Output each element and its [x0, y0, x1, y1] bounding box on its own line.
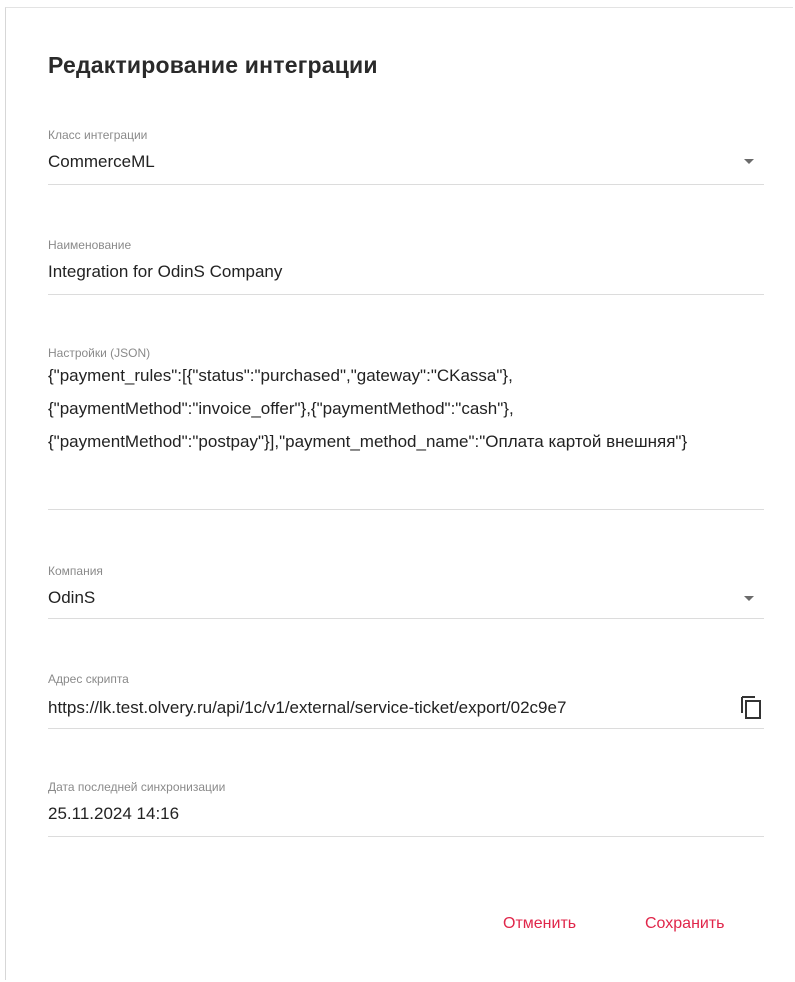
script-url-label: Адрес скрипта	[48, 672, 129, 686]
settings-json-value: {"payment_rules":[{"status":"purchased",…	[48, 366, 688, 451]
company-select[interactable]: Компания OdinS	[48, 562, 764, 619]
dialog-title: Редактирование интеграции	[48, 52, 378, 78]
chevron-down-icon[interactable]	[744, 159, 754, 164]
script-url-field[interactable]: Адрес скрипта https://lk.test.olvery.ru/…	[48, 670, 764, 729]
script-url-value: https://lk.test.olvery.ru/api/1c/v1/exte…	[48, 698, 567, 717]
chevron-down-icon[interactable]	[744, 596, 754, 601]
settings-json-field[interactable]: Настройки (JSON) {"payment_rules":[{"sta…	[48, 344, 764, 510]
company-value: OdinS	[48, 588, 96, 607]
integration-class-select[interactable]: Класс интеграции CommerceML	[48, 126, 764, 185]
company-label: Компания	[48, 564, 103, 578]
copy-icon[interactable]	[738, 694, 764, 720]
last-sync-field: Дата последней синхронизации 25.11.2024 …	[48, 778, 764, 837]
name-value: Integration for OdinS Company	[48, 262, 283, 281]
name-label: Наименование	[48, 238, 132, 252]
cancel-button[interactable]: Отменить	[503, 915, 576, 933]
settings-json-label: Настройки (JSON)	[48, 346, 151, 360]
integration-class-label: Класс интеграции	[48, 128, 148, 142]
save-button[interactable]: Сохранить	[645, 915, 725, 933]
last-sync-value: 25.11.2024 14:16	[48, 804, 180, 823]
integration-class-value: CommerceML	[48, 152, 155, 171]
name-field[interactable]: Наименование Integration for OdinS Compa…	[48, 236, 764, 295]
edit-integration-dialog: Редактирование интеграции Класс интеграц…	[5, 7, 793, 980]
last-sync-label: Дата последней синхронизации	[48, 780, 226, 794]
